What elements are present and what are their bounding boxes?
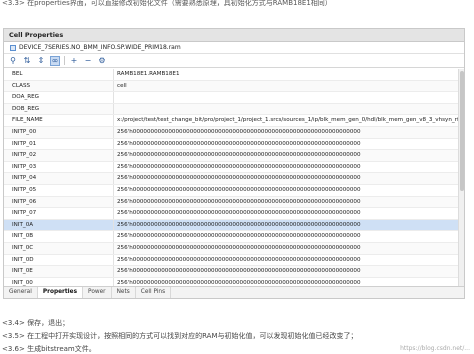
property-name: INIT_0D — [4, 254, 114, 266]
property-value[interactable]: RAMB18E1.RAMB18E1 — [114, 69, 464, 80]
watermark: https://blog.csdn.net/... — [400, 345, 470, 352]
property-value[interactable]: 256'h00000000000000000000000000000000000… — [114, 162, 464, 173]
top-note: <3.3> 在properties界面，可以直接修改初始化文件（需要熟悉原理，具… — [2, 0, 332, 7]
table-row[interactable]: INITP_03 256'h000000000000000000000000000… — [4, 161, 464, 174]
table-row[interactable]: INITP_07 256'h000000000000000000000000000… — [4, 208, 464, 220]
add-icon[interactable]: + — [69, 56, 79, 66]
remove-icon[interactable]: − — [83, 56, 93, 66]
properties-table: BEL RAMB18E1.RAMB18E1 CLASS cell DOA_REG DOB_… — [4, 69, 464, 287]
table-row[interactable]: INIT_0A 256'h0000000000000000000000000000… — [4, 219, 464, 232]
table-row[interactable]: FILE_NAME x:/project/test/test_change_bit… — [4, 115, 464, 127]
property-name: DOB_REG — [4, 103, 114, 115]
property-name: INITP_04 — [4, 173, 114, 184]
table-row[interactable]: INIT_0C 256'h0000000000000000000000000000… — [4, 242, 464, 255]
property-name: DOA_REG — [4, 92, 114, 103]
property-name: INITP_00 — [4, 126, 114, 138]
table-row[interactable]: INITP_05 256'h000000000000000000000000000… — [4, 184, 464, 197]
property-value[interactable] — [114, 104, 464, 115]
property-value[interactable]: 256'h00000000000000000000000000000000000… — [114, 127, 464, 138]
property-value[interactable]: 256'h00000000000000000000000000000000000… — [114, 231, 464, 242]
footer-line-2: <3.5> 在工程中打开实现设计，按照相同的方式可以找到对应的RAM与初始化值，… — [2, 332, 358, 340]
table-row[interactable]: INITP_01 256'h000000000000000000000000000… — [4, 138, 464, 151]
property-name: CLASS — [4, 80, 114, 92]
object-path: DEVICE_7SERIES.NO_BMM_INFO.SP.WIDE_PRIM1… — [19, 43, 181, 51]
table-row[interactable]: INITP_00 256'h000000000000000000000000000… — [4, 126, 464, 139]
property-name: INITP_03 — [4, 161, 114, 173]
search-icon[interactable]: ⚲ — [8, 56, 18, 66]
property-value[interactable]: 256'h00000000000000000000000000000000000… — [114, 255, 464, 266]
property-value[interactable]: 256'h00000000000000000000000000000000000… — [114, 266, 464, 277]
property-value[interactable]: 256'h00000000000000000000000000000000000… — [114, 139, 464, 150]
tab-power[interactable]: Power — [83, 287, 112, 298]
property-value[interactable]: 256'h00000000000000000000000000000000000… — [114, 173, 464, 184]
table-row[interactable]: CLASS cell — [4, 80, 464, 93]
table-row[interactable]: BEL RAMB18E1.RAMB18E1 — [4, 69, 464, 81]
property-name: INITP_05 — [4, 184, 114, 196]
property-value[interactable]: 256'h00000000000000000000000000000000000… — [114, 197, 464, 208]
property-value[interactable] — [114, 92, 464, 103]
property-name: FILE_NAME — [4, 115, 114, 126]
tab-cell-pins[interactable]: Cell Pins — [136, 287, 172, 298]
panel-title: Cell Properties — [4, 29, 464, 42]
cell-icon — [10, 44, 16, 51]
property-name: INIT_0A — [4, 219, 114, 231]
property-name: INIT_0B — [4, 231, 114, 242]
property-name: INITP_06 — [4, 196, 114, 208]
table-row[interactable]: DOB_REG — [4, 103, 464, 116]
vertical-scrollbar[interactable] — [458, 69, 464, 287]
collapse-all-icon[interactable]: ⇅ — [22, 56, 32, 66]
table-row[interactable]: INIT_0E 256'h0000000000000000000000000000… — [4, 266, 464, 278]
toolbar-divider — [64, 56, 65, 65]
property-name: INITP_01 — [4, 138, 114, 150]
property-name: INIT_0E — [4, 266, 114, 277]
property-value[interactable]: 256'h00000000000000000000000000000000000… — [114, 220, 464, 231]
table-row[interactable]: INITP_02 256'h000000000000000000000000000… — [4, 150, 464, 162]
toolbar: ⚲ ⇅ ⇕ ∞ + − ⚙ — [4, 54, 464, 68]
object-path-bar: DEVICE_7SERIES.NO_BMM_INFO.SP.WIDE_PRIM1… — [4, 42, 464, 54]
tab-general[interactable]: General — [4, 287, 38, 298]
footer-line-1: <3.4> 保存，退出； — [2, 319, 70, 327]
settings-icon[interactable]: ⚙ — [97, 56, 107, 66]
property-value[interactable]: 256'h00000000000000000000000000000000000… — [114, 243, 464, 254]
tab-bar: General Properties Power Nets Cell Pins — [4, 286, 464, 298]
property-value[interactable]: 256'h00000000000000000000000000000000000… — [114, 150, 464, 161]
property-value[interactable]: x:/project/test/test_change_bit/pro/proj… — [114, 115, 464, 126]
table-row[interactable]: INIT_0D 256'h0000000000000000000000000000… — [4, 254, 464, 267]
tab-properties[interactable]: Properties — [37, 287, 84, 298]
cell-properties-panel: Cell Properties DEVICE_7SERIES.NO_BMM_IN… — [3, 28, 465, 299]
property-value[interactable]: 256'h00000000000000000000000000000000000… — [114, 208, 464, 219]
property-name: INITP_07 — [4, 208, 114, 219]
link-icon[interactable]: ∞ — [50, 55, 60, 66]
table-row[interactable]: DOA_REG — [4, 92, 464, 104]
tab-nets[interactable]: Nets — [112, 287, 136, 298]
scrollbar-thumb[interactable] — [460, 71, 464, 191]
table-row[interactable]: INITP_04 256'h000000000000000000000000000… — [4, 173, 464, 185]
table-row[interactable]: INIT_0B 256'h0000000000000000000000000000… — [4, 231, 464, 243]
footer-line-3: <3.6> 生成bitstream文件。 — [2, 345, 96, 353]
property-value[interactable]: 256'h00000000000000000000000000000000000… — [114, 185, 464, 196]
property-name: INITP_02 — [4, 150, 114, 161]
table-row[interactable]: INITP_06 256'h000000000000000000000000000… — [4, 196, 464, 209]
expand-all-icon[interactable]: ⇕ — [36, 56, 46, 66]
property-value[interactable]: cell — [114, 81, 464, 92]
property-name: BEL — [4, 69, 114, 80]
property-name: INIT_0C — [4, 242, 114, 254]
